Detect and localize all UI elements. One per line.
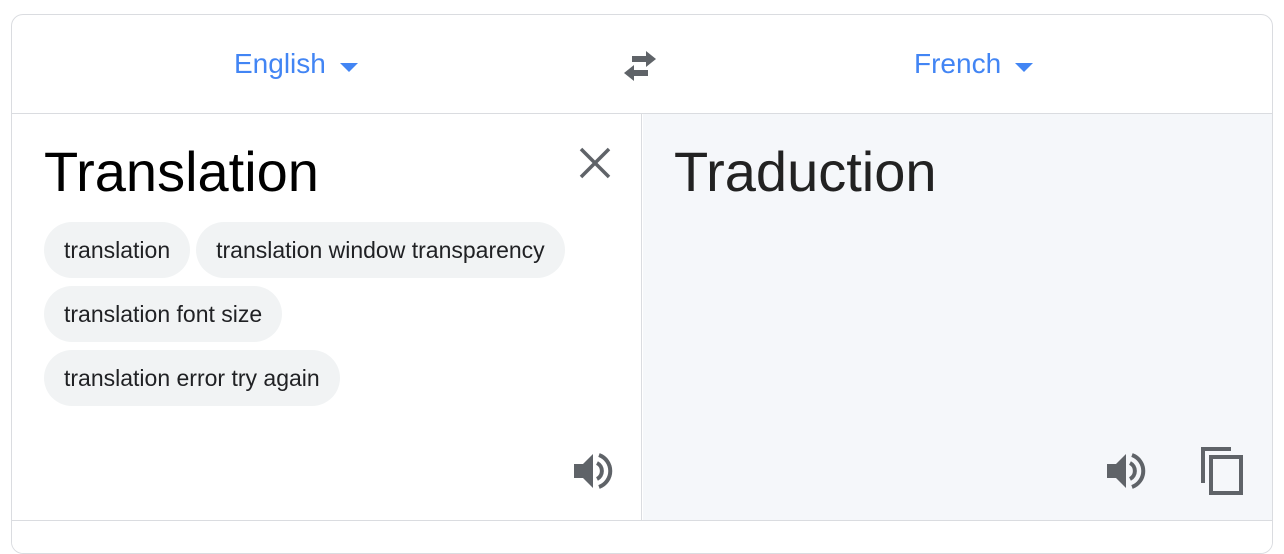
- chevron-down-icon: [339, 62, 358, 72]
- copy-icon[interactable]: [1199, 445, 1245, 497]
- swap-arrows-icon[interactable]: [618, 49, 662, 83]
- suggestion-chip[interactable]: translation font size: [44, 286, 283, 342]
- translate-card: English French Translation translation tr…: [11, 14, 1273, 554]
- target-language-label: French: [914, 48, 1002, 79]
- source-text-input[interactable]: Translation: [44, 138, 319, 206]
- suggestion-list: translation translation window transparen…: [44, 222, 604, 414]
- source-language-label: English: [234, 48, 326, 79]
- suggestion-chip[interactable]: translation: [44, 222, 191, 278]
- speaker-icon[interactable]: [572, 450, 614, 492]
- suggestion-chip[interactable]: translation error try again: [44, 350, 340, 406]
- translation-pane: Traduction: [643, 114, 1272, 520]
- suggestion-chip[interactable]: translation window transparency: [196, 222, 565, 278]
- card-footer: [12, 520, 1272, 553]
- speaker-icon[interactable]: [1105, 450, 1147, 492]
- target-language-selector[interactable]: French: [914, 47, 1034, 81]
- language-bar: English French: [12, 15, 1272, 114]
- close-icon[interactable]: [578, 146, 612, 180]
- source-pane: Translation translation translation windo…: [12, 114, 642, 520]
- translation-output: Traduction: [674, 140, 937, 203]
- chevron-down-icon: [1015, 62, 1034, 72]
- source-language-selector[interactable]: English: [234, 47, 358, 81]
